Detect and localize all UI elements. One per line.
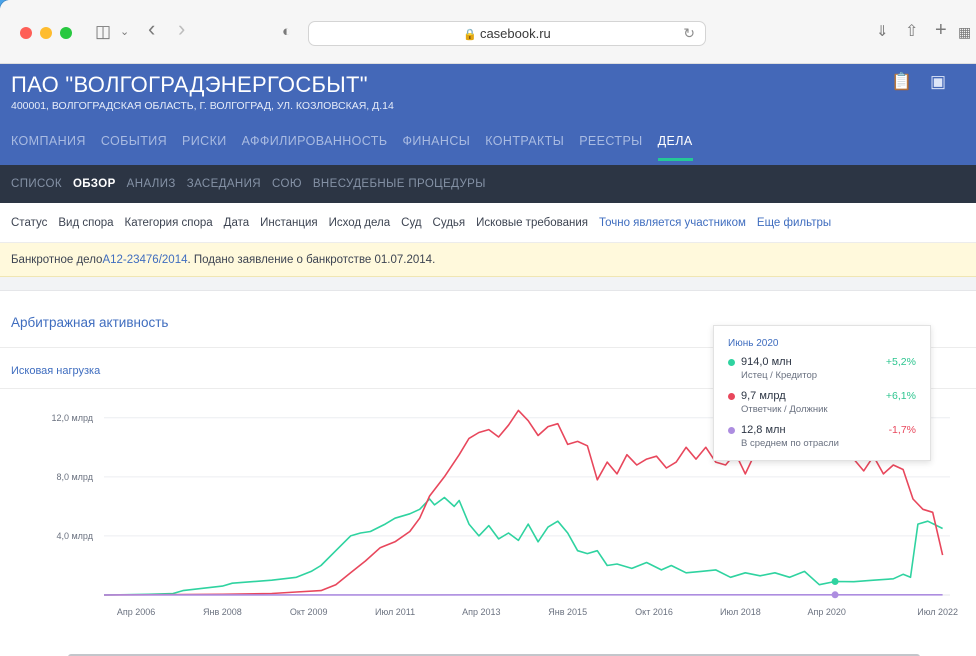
series-dot-icon [728, 359, 735, 366]
main-nav-item-6[interactable]: РЕЕСТРЫ [579, 134, 642, 161]
tooltip-change: +6,1% [885, 390, 916, 402]
chat-icon[interactable]: ▣ [930, 72, 946, 92]
company-name: ПАО "ВОЛГОГРАДЭНЕРГОСБЫТ" [11, 72, 368, 97]
tooltip-role: Ответчик / Должник [741, 404, 828, 415]
filter-item-link-0[interactable]: Точно является участником [599, 217, 746, 229]
filter-item-3[interactable]: Дата [224, 217, 249, 229]
x-tick-label: Янв 2008 [203, 607, 242, 617]
lock-icon: 🔒 [463, 29, 477, 41]
x-tick-label: Апр 2020 [807, 607, 845, 617]
close-window-button[interactable] [20, 27, 32, 39]
sub-nav-item-0[interactable]: СПИСОК [11, 178, 62, 190]
privacy-shield-icon[interactable]: ◐ [282, 20, 291, 44]
tab-overview-icon[interactable]: ▦ [958, 20, 971, 44]
minimize-window-button[interactable] [40, 27, 52, 39]
filter-bar: Статус Вид спора Категория спора Дата Инстан… [0, 203, 976, 243]
tooltip-title: Июнь 2020 [728, 338, 779, 349]
tooltip-change: -1,7% [888, 424, 916, 436]
main-nav-item-5[interactable]: КОНТРАКТЫ [485, 134, 564, 161]
section-gap [0, 277, 976, 291]
x-tick-label: Янв 2015 [548, 607, 587, 617]
filter-item-6[interactable]: Суд [401, 217, 421, 229]
x-tick-label: Апр 2013 [462, 607, 500, 617]
share-icon[interactable]: ⇧ [905, 20, 918, 44]
tooltip-row: 914,0 млн Истец / Кредитор +5,2% [728, 356, 916, 390]
main-nav-item-1[interactable]: СОБЫТИЯ [101, 134, 167, 161]
browser-titlebar: ◫ ⌄ ‹ › ◐ 🔒 casebook.ru ↻ ⇓ ⇧ + ▦ [0, 0, 976, 64]
sidebar-toggle-icon[interactable]: ◫ [95, 20, 111, 44]
tooltip-row: 9,7 млрд Ответчик / Должник +6,1% [728, 390, 916, 424]
panel-subtitle[interactable]: Исковая нагрузка [11, 365, 100, 377]
clipboard-icon[interactable]: 📋 [891, 72, 912, 92]
reload-icon[interactable]: ↻ [683, 22, 695, 45]
tooltip-role: Истец / Кредитор [741, 370, 818, 381]
chart-tooltip: Июнь 2020 914,0 млн Истец / Кредитор +5,2%… [713, 325, 931, 461]
y-tick-label: 12,0 млрд [51, 413, 93, 423]
zoom-window-button[interactable] [60, 27, 72, 39]
x-tick-label: Июл 2018 [720, 607, 761, 617]
notice-suffix: . Подано заявление о банкротстве 01.07.2… [187, 253, 436, 266]
filter-item-8[interactable]: Исковые требования [476, 217, 588, 229]
url-text: casebook.ru [479, 26, 551, 41]
main-nav: КОМПАНИЯ СОБЫТИЯ РИСКИ АФФИЛИРОВАННОСТЬ ФИНА… [11, 134, 708, 161]
filter-item-7[interactable]: Судья [433, 217, 466, 229]
series-dot-icon [728, 427, 735, 434]
sub-nav-item-2[interactable]: АНАЛИЗ [127, 178, 176, 190]
back-icon[interactable]: ‹ [148, 17, 155, 41]
filter-item-link-1[interactable]: Еще фильтры [757, 217, 831, 229]
panel-title: Арбитражная активность [11, 315, 169, 330]
main-nav-item-3[interactable]: АФФИЛИРОВАННОСТЬ [242, 134, 388, 161]
sub-nav: СПИСОК ОБЗОР АНАЛИЗ ЗАСЕДАНИЯ СОЮ ВНЕСУДЕБНЫЕ… [0, 165, 976, 203]
sub-nav-item-5[interactable]: ВНЕСУДЕБНЫЕ ПРОЦЕДУРЫ [313, 178, 486, 190]
downloads-icon[interactable]: ⇓ [876, 20, 889, 44]
y-tick-label: 8,0 млрд [56, 472, 93, 482]
address-bar[interactable]: 🔒 casebook.ru ↻ [308, 21, 706, 46]
chevron-down-icon[interactable]: ⌄ [120, 20, 129, 44]
x-tick-label: Апр 2006 [117, 607, 155, 617]
x-tick-label: Июл 2011 [375, 607, 415, 617]
tooltip-row: 12,8 млн В среднем по отрасли -1,7% [728, 424, 916, 458]
company-header: ПАО "ВОЛГОГРАДЭНЕРГОСБЫТ" 400001, ВОЛГОГ… [0, 64, 976, 165]
filter-item-2[interactable]: Категория спора [125, 217, 213, 229]
notice-prefix: Банкротное дело [11, 253, 103, 266]
main-nav-item-2[interactable]: РИСКИ [182, 134, 227, 161]
company-address: 400001, ВОЛГОГРАДСКАЯ ОБЛАСТЬ, Г. ВОЛГОГ… [11, 100, 394, 112]
filter-item-0[interactable]: Статус [11, 217, 47, 229]
filter-item-5[interactable]: Исход дела [329, 217, 391, 229]
main-nav-item-0[interactable]: КОМПАНИЯ [11, 134, 86, 161]
filter-item-1[interactable]: Вид спора [58, 217, 113, 229]
forward-icon[interactable]: › [178, 17, 185, 41]
sub-nav-item-4[interactable]: СОЮ [272, 178, 302, 190]
series-line-0 [103, 496, 943, 596]
x-tick-label: Окт 2016 [635, 607, 673, 617]
x-tick-label: Окт 2009 [290, 607, 328, 617]
arbitration-panel: Арбитражная активность Исковая нагрузка … [0, 291, 976, 656]
x-tick-label: Июл 2022 [917, 607, 958, 617]
new-tab-icon[interactable]: + [935, 18, 947, 42]
tooltip-change: +5,2% [885, 356, 916, 368]
main-nav-item-4[interactable]: ФИНАНСЫ [402, 134, 470, 161]
y-tick-label: 4,0 млрд [56, 531, 93, 541]
filter-item-4[interactable]: Инстанция [260, 217, 318, 229]
sub-nav-item-3[interactable]: ЗАСЕДАНИЯ [187, 178, 261, 190]
main-nav-item-7[interactable]: ДЕЛА [657, 134, 693, 161]
bankruptcy-notice: Банкротное дело А12-23476/2014 . Подано … [0, 243, 976, 277]
series-dot-icon [728, 393, 735, 400]
browser-window: ◫ ⌄ ‹ › ◐ 🔒 casebook.ru ↻ ⇓ ⇧ + ▦ ПАО "ВО… [0, 0, 976, 656]
tooltip-rows: 914,0 млн Истец / Кредитор +5,2% 9,7 млрд От… [728, 356, 916, 458]
tooltip-role: В среднем по отрасли [741, 438, 839, 449]
highlight-point-0 [831, 578, 839, 586]
case-link[interactable]: А12-23476/2014 [102, 254, 187, 266]
sub-nav-item-1[interactable]: ОБЗОР [73, 178, 116, 190]
highlight-point-2 [831, 591, 839, 599]
